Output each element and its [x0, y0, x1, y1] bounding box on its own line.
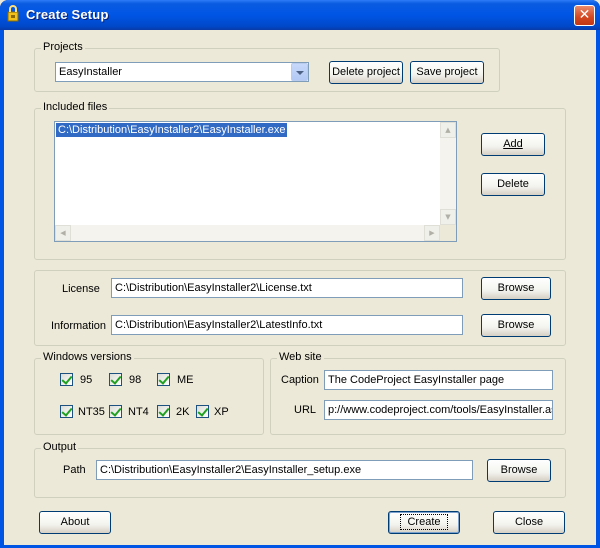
- included-files-group-label: Included files: [41, 101, 110, 113]
- checkbox-nt4-label: NT4: [128, 406, 149, 418]
- information-path-value: C:\Distribution\EasyInstaller2\LatestInf…: [115, 319, 323, 331]
- installer-icon: [7, 5, 19, 22]
- project-select[interactable]: EasyInstaller: [55, 62, 309, 82]
- window-title: Create Setup: [26, 7, 109, 22]
- close-window-button[interactable]: ✕: [574, 5, 595, 26]
- checkbox-xp[interactable]: [196, 405, 209, 418]
- create-label: Create: [400, 514, 448, 530]
- scrollbar-corner: [440, 225, 456, 241]
- checkbox-95-label: 95: [80, 374, 93, 386]
- checkbox-xp-label: XP: [214, 406, 229, 418]
- checkbox-me[interactable]: [157, 373, 170, 386]
- windows-versions-group-label: Windows versions: [41, 351, 134, 363]
- windows-versions-group: Windows versions: [34, 351, 264, 435]
- information-browse-button[interactable]: Browse: [481, 314, 551, 337]
- add-file-button[interactable]: Add: [481, 133, 545, 156]
- delete-project-button[interactable]: Delete project: [329, 61, 403, 84]
- checkbox-98-label: 98: [129, 374, 142, 386]
- save-project-label: Save project: [416, 66, 478, 78]
- add-file-label: Add: [503, 138, 523, 150]
- information-label: Information: [51, 320, 107, 332]
- url-label: URL: [294, 404, 317, 416]
- scroll-down-icon[interactable]: ▼: [440, 209, 456, 225]
- about-button[interactable]: About: [39, 511, 111, 534]
- license-browse-label: Browse: [497, 282, 535, 294]
- scroll-left-icon[interactable]: ◀: [55, 225, 71, 241]
- url-field[interactable]: p://www.codeproject.com/tools/EasyInstal…: [324, 400, 553, 420]
- checkbox-2k[interactable]: [157, 405, 170, 418]
- project-dropdown-button[interactable]: [291, 63, 308, 81]
- checkbox-nt4[interactable]: [109, 405, 122, 418]
- license-path-value: C:\Distribution\EasyInstaller2\License.t…: [115, 282, 312, 294]
- checkbox-nt35-label: NT35: [78, 406, 105, 418]
- title-bar[interactable]: Create Setup ✕: [0, 0, 600, 30]
- dialog-window: Create Setup ✕ Projects EasyInstaller De…: [0, 0, 600, 548]
- chevron-down-icon: [296, 71, 304, 75]
- path-label: Path: [63, 464, 86, 476]
- projects-group-label: Projects: [41, 41, 85, 53]
- output-path-field[interactable]: C:\Distribution\EasyInstaller2\EasyInsta…: [96, 460, 473, 480]
- output-group-label: Output: [41, 441, 79, 453]
- scroll-up-icon[interactable]: ▲: [440, 122, 456, 138]
- license-browse-button[interactable]: Browse: [481, 277, 551, 300]
- delete-project-label: Delete project: [332, 66, 400, 78]
- checkbox-98[interactable]: [109, 373, 122, 386]
- checkbox-me-label: ME: [177, 374, 194, 386]
- create-button[interactable]: Create: [388, 511, 460, 534]
- output-path-value: C:\Distribution\EasyInstaller2\EasyInsta…: [100, 464, 362, 476]
- caption-value: The CodeProject EasyInstaller page: [328, 374, 505, 386]
- save-project-button[interactable]: Save project: [410, 61, 484, 84]
- license-path-field[interactable]: C:\Distribution\EasyInstaller2\License.t…: [111, 278, 463, 298]
- delete-file-button[interactable]: Delete: [481, 173, 545, 196]
- list-item[interactable]: C:\Distribution\EasyInstaller2\EasyInsta…: [56, 123, 288, 137]
- output-browse-label: Browse: [500, 464, 538, 476]
- window-border-right: [596, 30, 600, 548]
- close-label: Close: [514, 516, 544, 528]
- delete-file-label: Delete: [497, 178, 529, 190]
- output-browse-button[interactable]: Browse: [487, 459, 551, 482]
- about-label: About: [60, 516, 90, 528]
- close-button[interactable]: Close: [493, 511, 565, 534]
- information-browse-label: Browse: [497, 319, 535, 331]
- caption-label: Caption: [281, 374, 319, 386]
- url-value: p://www.codeproject.com/tools/EasyInstal…: [328, 404, 553, 416]
- checkbox-95[interactable]: [60, 373, 73, 386]
- project-select-value: EasyInstaller: [59, 66, 122, 78]
- dialog-client-area: Projects EasyInstaller Delete project Sa…: [4, 30, 596, 545]
- vertical-scrollbar[interactable]: ▲ ▼: [440, 122, 456, 225]
- license-label: License: [62, 283, 100, 295]
- checkbox-nt35[interactable]: [60, 405, 73, 418]
- caption-field[interactable]: The CodeProject EasyInstaller page: [324, 370, 553, 390]
- included-files-list[interactable]: C:\Distribution\EasyInstaller2\EasyInsta…: [54, 121, 457, 242]
- horizontal-scrollbar[interactable]: ◀ ▶: [55, 225, 440, 241]
- checkbox-2k-label: 2K: [176, 406, 190, 418]
- information-path-field[interactable]: C:\Distribution\EasyInstaller2\LatestInf…: [111, 315, 463, 335]
- website-group-label: Web site: [277, 351, 324, 363]
- scroll-right-icon[interactable]: ▶: [424, 225, 440, 241]
- close-icon: ✕: [578, 7, 591, 23]
